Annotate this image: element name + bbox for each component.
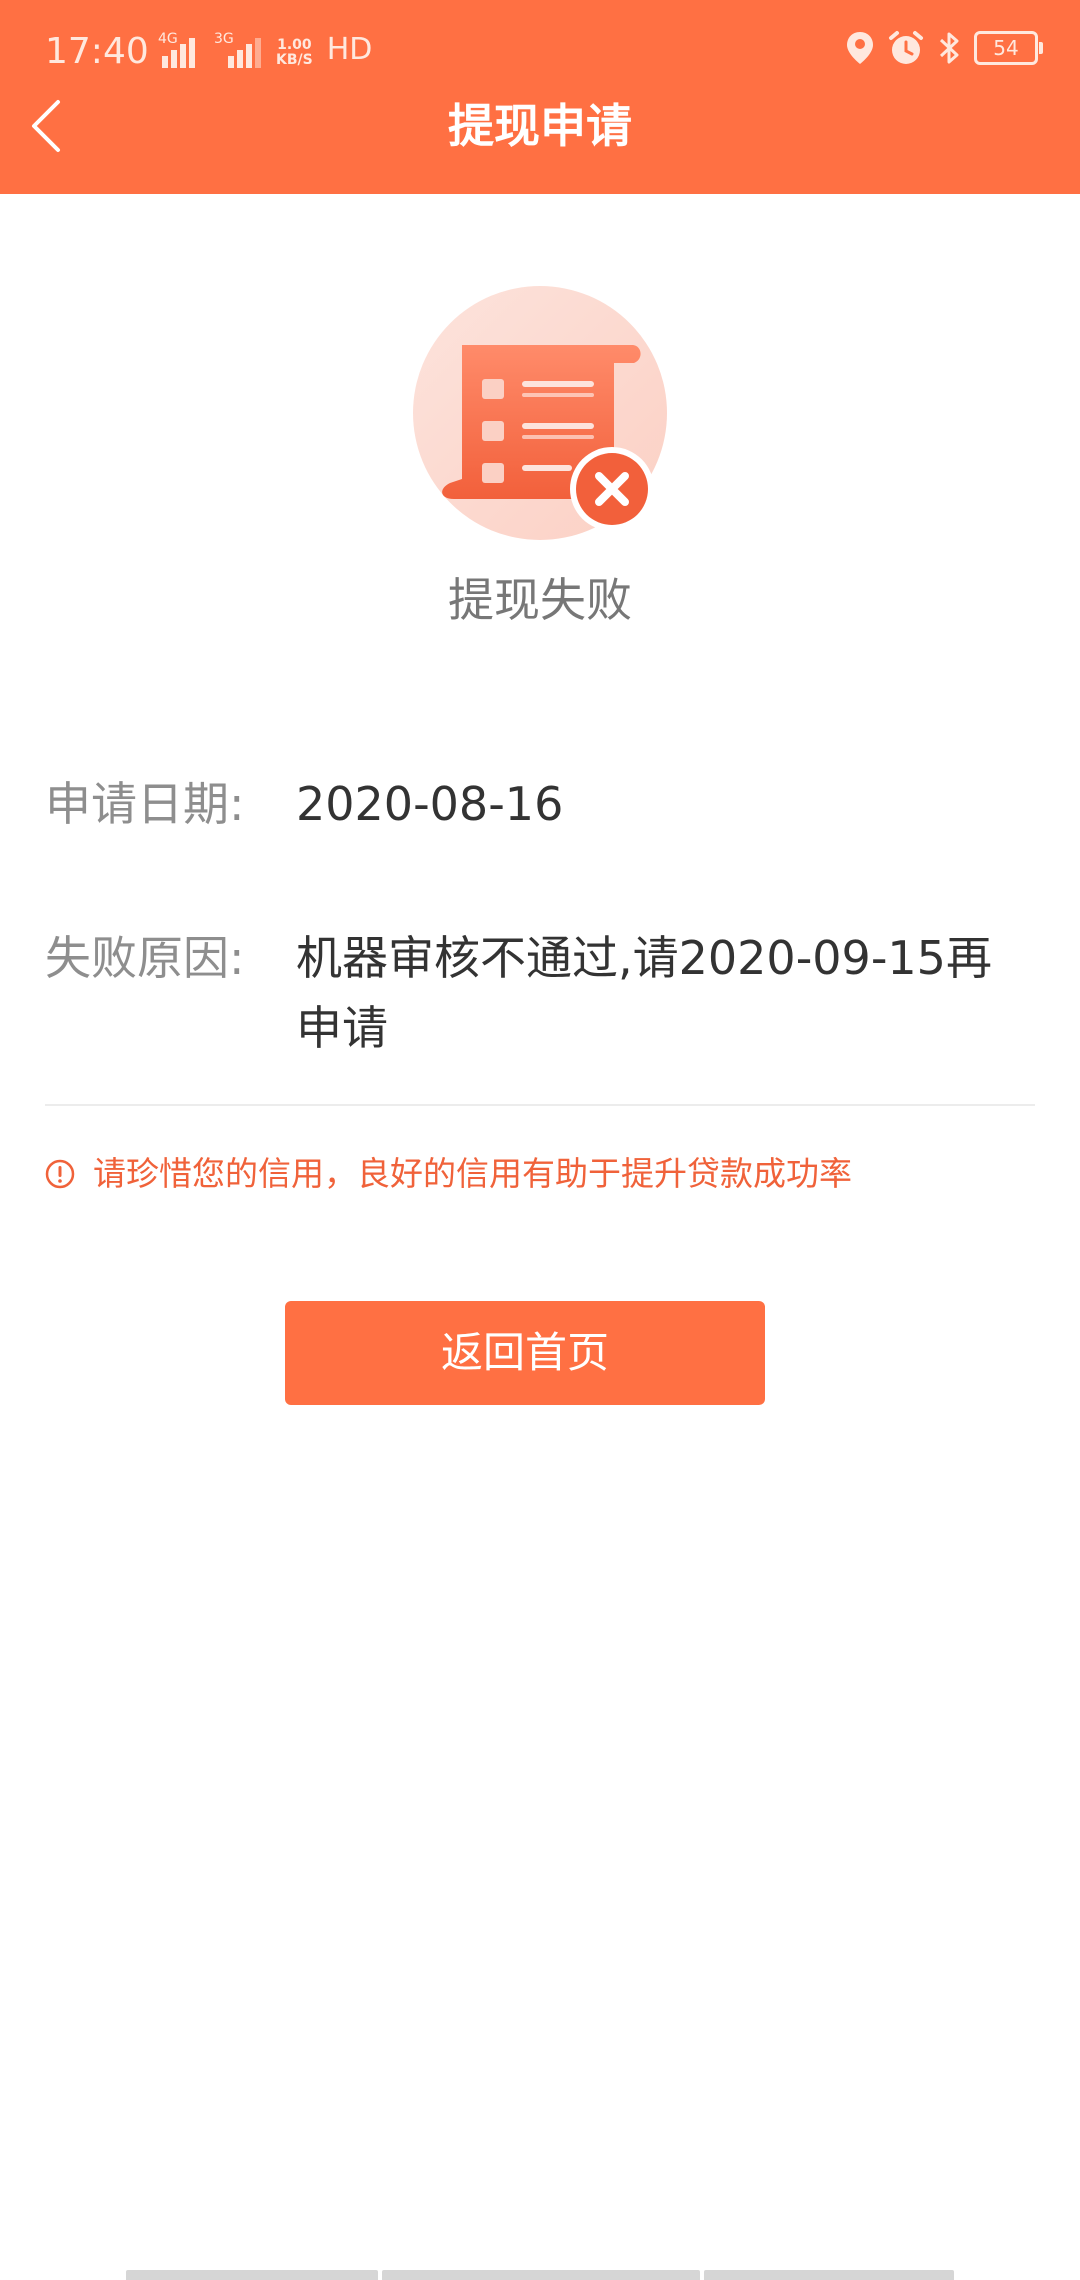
bluetooth-icon <box>939 32 959 64</box>
signal-3g-icon: 3G <box>214 31 262 68</box>
date-label: 申请日期: <box>45 777 245 831</box>
network-speed: 1.00 KB/S <box>276 37 313 68</box>
return-home-button[interactable]: 返回首页 <box>285 1301 765 1405</box>
location-icon <box>847 32 873 64</box>
reason-label: 失败原因: <box>45 931 245 985</box>
hd-indicator: HD <box>326 32 373 67</box>
alarm-icon <box>889 31 923 64</box>
battery-icon: 54 <box>974 31 1043 65</box>
reason-value: 机器审核不通过,请2020-09-15再申请 <box>296 931 992 1055</box>
bottom-nav-hints <box>126 2270 954 2280</box>
network-type-2: 3G <box>214 31 234 47</box>
app-header: 17:40 4G 3G 1.00 KB/S HD 54 提现申请 <box>0 0 1080 194</box>
credit-tip: 请珍惜您的信用，良好的信用有助于提升贷款成功率 <box>45 1152 852 1196</box>
divider <box>45 1104 1035 1106</box>
status-time: 17:40 <box>45 31 149 72</box>
document-fail-icon <box>413 286 667 540</box>
status-bar: 17:40 4G 3G 1.00 KB/S HD 54 <box>0 0 1080 80</box>
status-right-icons: 54 <box>846 30 1043 66</box>
tip-text: 请珍惜您的信用，良好的信用有助于提升贷款成功率 <box>93 1154 852 1193</box>
signal-group: 4G 3G 1.00 KB/S HD <box>148 32 372 68</box>
result-status: 提现失败 <box>448 573 632 627</box>
warning-icon <box>45 1159 75 1189</box>
network-type-1: 4G <box>158 31 178 47</box>
signal-4g-icon: 4G <box>148 31 200 68</box>
date-value: 2020-08-16 <box>296 777 564 831</box>
page-title: 提现申请 <box>448 99 632 153</box>
